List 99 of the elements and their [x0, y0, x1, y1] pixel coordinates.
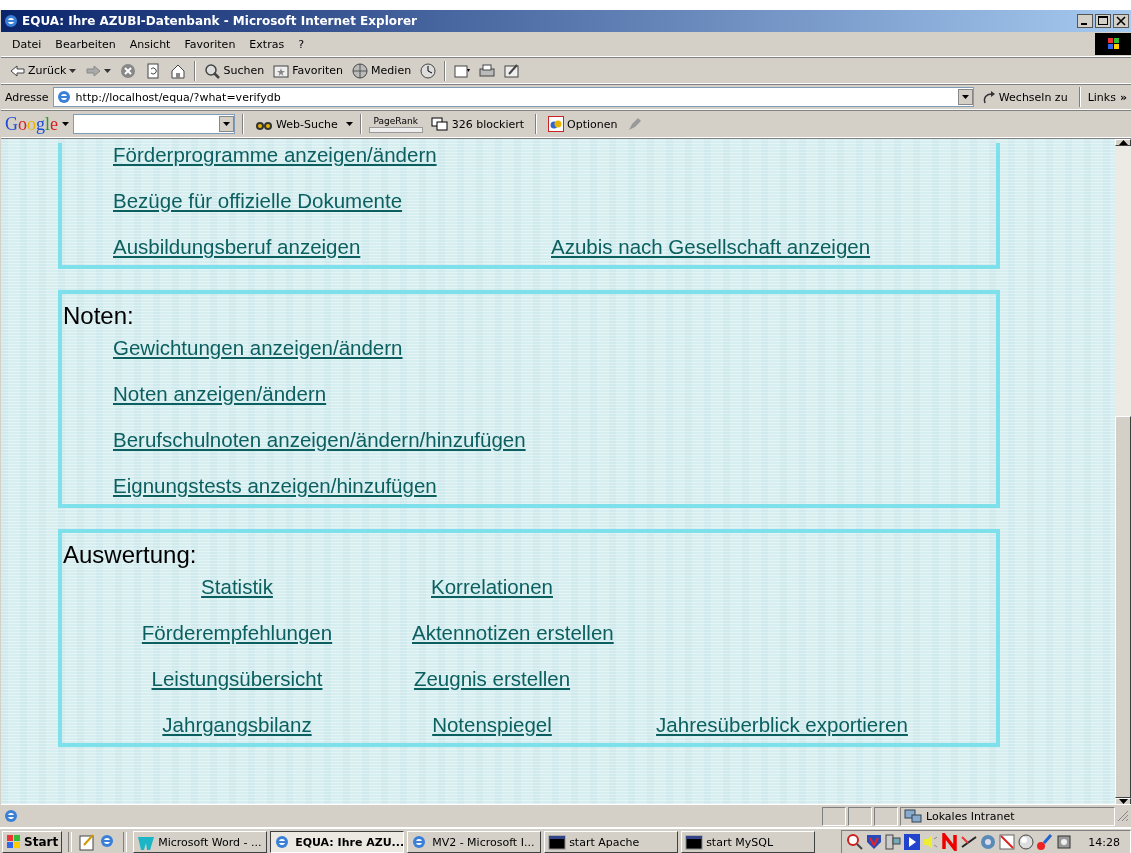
close-icon: [1113, 14, 1129, 28]
go-arrow-icon: [981, 90, 996, 104]
link[interactable]: Korrelationen: [431, 575, 553, 598]
favorites-icon: [273, 62, 290, 79]
link[interactable]: Azubis nach Gesellschaft anzeigen: [551, 235, 871, 258]
scroll-thumb[interactable]: [1115, 416, 1131, 798]
notepad-icon[interactable]: [78, 833, 97, 851]
status-pane: [822, 806, 846, 826]
caret-icon: [62, 122, 69, 126]
scroll-down-button[interactable]: [1115, 798, 1131, 804]
chevron-button[interactable]: »: [1119, 90, 1131, 104]
home-icon: [170, 62, 187, 79]
clock: 14:28: [1088, 835, 1120, 849]
window-title: EQUA: Ihre AZUBI-Datenbank - Microsoft Internet Explorer: [22, 14, 417, 28]
go-button[interactable]: Wechseln zu: [977, 88, 1072, 106]
tray-icon: [941, 833, 960, 851]
pagerank-label: PageRank: [373, 115, 418, 126]
dropdown-arrow-icon: [104, 68, 112, 73]
section-heading: Noten:: [62, 302, 135, 331]
status-pane: [874, 806, 898, 826]
google-logo[interactable]: Google: [5, 113, 58, 135]
popup-blocker-button[interactable]: 326 blockiert: [426, 115, 529, 133]
console-icon: [548, 834, 567, 850]
tray-icon: [1036, 833, 1055, 851]
web-search-button[interactable]: Web-Suche: [251, 114, 342, 134]
dropdown-arrow-icon: [69, 68, 77, 73]
link[interactable]: Jahresüberblick exportieren: [656, 713, 908, 736]
status-pane: [848, 806, 872, 826]
caret-icon: [961, 95, 969, 99]
link[interactable]: Förderprogramme anzeigen/ändern: [113, 143, 437, 166]
options-button[interactable]: Optionen: [544, 114, 622, 134]
resize-grip-icon: [1117, 810, 1129, 822]
back-button[interactable]: Zurück: [5, 60, 81, 81]
menu-item[interactable]: Bearbeiten: [48, 37, 123, 51]
minimize-icon: [1077, 14, 1093, 28]
caret-icon: [345, 122, 353, 126]
link[interactable]: Bezüge für offizielle Dokumente: [113, 189, 403, 212]
tray-icon: [979, 833, 998, 851]
zone-label: Lokales Intranet: [926, 809, 1015, 823]
link[interactable]: Ausbildungsberuf anzeigen: [113, 235, 361, 258]
link[interactable]: Notenspiegel: [432, 713, 552, 736]
section-heading: Auswertung:: [62, 541, 198, 570]
stop-icon: [120, 62, 137, 79]
refresh-icon: [145, 62, 162, 79]
menu-item[interactable]: ?: [291, 37, 311, 51]
menu-item[interactable]: Favoriten: [177, 37, 243, 51]
google-search-field[interactable]: [73, 114, 235, 134]
history-icon: [420, 62, 437, 79]
windows-logo-icon: [1095, 33, 1131, 55]
url-text: http://localhost/equa/?what=verifydb: [75, 90, 282, 104]
back-arrow-icon: [9, 62, 25, 79]
link[interactable]: Förderempfehlungen: [141, 621, 333, 644]
link[interactable]: Noten anzeigen/ändern: [113, 382, 327, 405]
taskbar-button[interactable]: start MySQL: [681, 831, 816, 853]
tray-icon: [1055, 833, 1074, 851]
mail-icon: [454, 62, 471, 79]
link[interactable]: Gewichtungen anzeigen/ändern: [113, 336, 403, 359]
link[interactable]: Aktennotizen erstellen: [412, 621, 614, 644]
forward-arrow-icon: [85, 62, 102, 79]
link[interactable]: Eignungstests anzeigen/hinzufügen: [113, 474, 437, 497]
scroll-up-button[interactable]: [1115, 139, 1131, 146]
edit-icon: [504, 62, 521, 79]
address-label: Adresse: [5, 90, 49, 104]
scrollbar[interactable]: [1115, 139, 1131, 804]
link[interactable]: Statistik: [201, 575, 273, 598]
globe-icon: [352, 62, 369, 79]
start-button[interactable]: Start: [2, 831, 63, 853]
link[interactable]: Leistungsübersicht: [151, 667, 323, 690]
menu-item[interactable]: Extras: [242, 37, 292, 51]
dropdown-button[interactable]: [957, 89, 973, 105]
address-field[interactable]: http://localhost/equa/?what=verifydb: [52, 87, 974, 107]
options-icon: [548, 116, 565, 132]
caret-icon: [223, 122, 230, 126]
search-icon: [204, 62, 221, 79]
printer-icon: [479, 62, 496, 79]
link[interactable]: Jahrgangsbilanz: [162, 713, 312, 736]
maximize-icon: [1095, 14, 1111, 28]
windows-icon: [430, 117, 449, 131]
favorites-button[interactable]: Favoriten: [269, 60, 348, 81]
ie-icon: [3, 13, 19, 29]
menu-item[interactable]: Datei: [5, 37, 49, 51]
link[interactable]: Berufschulnoten anzeigen/ändern/hinzufügen: [113, 428, 526, 451]
network-icon: [904, 808, 922, 824]
tray-icon: [960, 833, 979, 851]
word-icon: [137, 834, 156, 850]
links-label[interactable]: Links: [1087, 90, 1116, 104]
search-button[interactable]: Suchen: [200, 60, 269, 81]
taskbar-button[interactable]: MV2 - Microsoft I...: [407, 831, 542, 853]
taskbar-button[interactable]: EQUA: Ihre AZU...: [270, 831, 405, 853]
tray-icon: [865, 833, 884, 851]
dropdown-button[interactable]: [219, 116, 234, 132]
taskbar-button[interactable]: start Apache: [544, 831, 679, 853]
menu-item[interactable]: Ansicht: [122, 37, 178, 51]
windows-flag-icon: [6, 834, 22, 850]
ie-icon: [55, 89, 72, 105]
console-icon: [685, 834, 704, 850]
taskbar-button[interactable]: Microsoft Word - ...: [133, 831, 268, 853]
link[interactable]: Zeugnis erstellen: [413, 667, 571, 690]
media-button[interactable]: Medien: [348, 60, 416, 81]
